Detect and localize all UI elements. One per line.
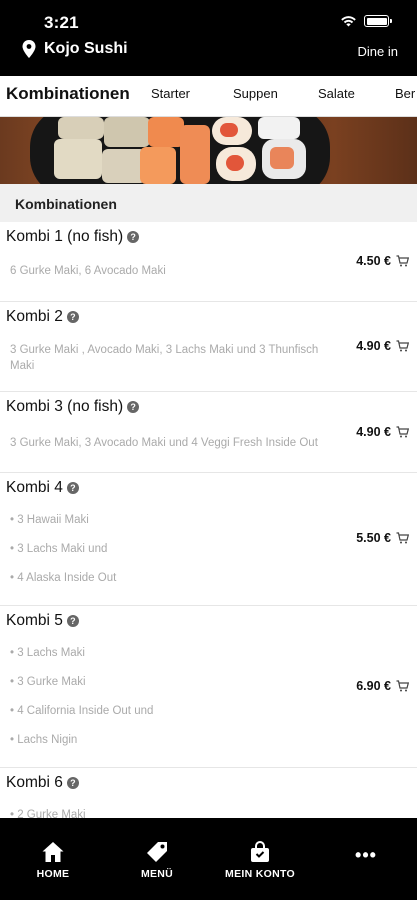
nav-home[interactable]: HOME (30, 818, 76, 900)
nav-more[interactable]: ••• (343, 818, 389, 900)
category-tabs: Kombinationen Starter Suppen Salate Ber (0, 86, 417, 116)
tab-salate[interactable]: Salate (318, 86, 355, 101)
price-cart[interactable]: 4.50 € (356, 254, 409, 268)
status-time: 3:21 (44, 13, 79, 32)
menu-item-kombi-1[interactable]: Kombi 1 (no fish) ? 6 Gurke Maki, 6 Avoc… (0, 222, 417, 302)
info-icon[interactable]: ? (66, 777, 79, 789)
menu-item-kombi-2[interactable]: Kombi 2 ? 3 Gurke Maki , Avocado Maki, 3… (0, 302, 417, 392)
restaurant-name[interactable]: Kojo Sushi (44, 40, 128, 58)
price-cart[interactable]: 6.90 € (356, 679, 409, 693)
item-description-line: • 3 Lachs Maki und (10, 543, 108, 555)
cart-icon[interactable] (396, 426, 409, 438)
item-description-line: • 3 Hawaii Maki (10, 514, 89, 526)
sushi-banner-image (0, 117, 417, 184)
item-description: 3 Gurke Maki , Avocado Maki, 3 Lachs Mak… (10, 344, 319, 372)
menu-item-kombi-5[interactable]: Kombi 5 ? • 3 Lachs Maki • 3 Gurke Maki … (0, 606, 417, 768)
tab-starter[interactable]: Starter (151, 86, 190, 101)
cart-icon[interactable] (396, 255, 409, 267)
tab-ber[interactable]: Ber (395, 86, 415, 101)
top-bar: 3:21 Kojo Sushi Dine in (0, 0, 417, 76)
section-header: Kombinationen (0, 184, 417, 222)
bottom-navigation: HOME MENÜ MEIN KONTO ••• (0, 818, 417, 900)
more-icon: ••• (355, 845, 377, 865)
item-description: 6 Gurke Maki, 6 Avocado Maki (10, 265, 166, 277)
location-pin-icon (22, 40, 36, 58)
item-name: Kombi 1 (no fish) ? (6, 228, 140, 246)
menu-item-kombi-3[interactable]: Kombi 3 (no fish) ? 3 Gurke Maki, 3 Avoc… (0, 392, 417, 473)
cart-icon[interactable] (396, 680, 409, 692)
price-cart[interactable]: 5.50 € (356, 531, 409, 545)
item-description-line: • 4 Alaska Inside Out (10, 572, 117, 584)
item-description-line: • 3 Lachs Maki (10, 647, 85, 659)
dine-in-toggle[interactable]: Dine in (358, 44, 398, 59)
nav-menu[interactable]: MENÜ (134, 818, 180, 900)
item-name: Kombi 2 ? (6, 308, 79, 326)
item-price: 4.50 € (356, 254, 391, 268)
item-name: Kombi 5 ? (6, 612, 79, 630)
price-cart[interactable]: 4.90 € (356, 339, 409, 353)
item-description-line: • 3 Gurke Maki (10, 676, 86, 688)
section-title: Kombinationen (15, 196, 117, 212)
info-icon[interactable]: ? (127, 401, 140, 413)
price-cart[interactable]: 4.90 € (356, 425, 409, 439)
item-price: 4.90 € (356, 425, 391, 439)
item-name: Kombi 3 (no fish) ? (6, 398, 140, 416)
item-name: Kombi 6 ? (6, 774, 79, 792)
status-icons (340, 15, 392, 27)
nav-label: MEIN KONTO (225, 868, 295, 880)
menu-item-kombi-6[interactable]: Kombi 6 ? • 2 Gurke Maki (0, 768, 417, 818)
info-icon[interactable]: ? (66, 482, 79, 494)
item-description-line: • 4 California Inside Out und (10, 705, 154, 717)
cart-icon[interactable] (396, 340, 409, 352)
shopping-bag-icon (251, 841, 269, 862)
nav-account[interactable]: MEIN KONTO (220, 818, 300, 900)
item-name: Kombi 4 ? (6, 479, 79, 497)
item-price: 6.90 € (356, 679, 391, 693)
home-icon (42, 842, 64, 862)
info-icon[interactable]: ? (66, 615, 79, 627)
nav-label: HOME (36, 868, 70, 880)
battery-icon (364, 15, 392, 27)
cart-icon[interactable] (396, 532, 409, 544)
wifi-icon (341, 16, 356, 27)
info-icon[interactable]: ? (127, 231, 140, 243)
tag-icon (147, 842, 167, 862)
tab-kombinationen[interactable]: Kombinationen (6, 86, 130, 104)
tab-suppen[interactable]: Suppen (233, 86, 278, 101)
nav-label: MENÜ (140, 868, 174, 880)
item-description: 3 Gurke Maki, 3 Avocado Maki und 4 Veggi… (10, 437, 318, 449)
item-price: 4.90 € (356, 339, 391, 353)
item-price: 5.50 € (356, 531, 391, 545)
info-icon[interactable]: ? (66, 311, 79, 323)
menu-item-kombi-4[interactable]: Kombi 4 ? • 3 Hawaii Maki • 3 Lachs Maki… (0, 473, 417, 606)
item-description-line: • Lachs Nigin (10, 734, 78, 746)
item-description-line: • 2 Gurke Maki (10, 809, 86, 818)
